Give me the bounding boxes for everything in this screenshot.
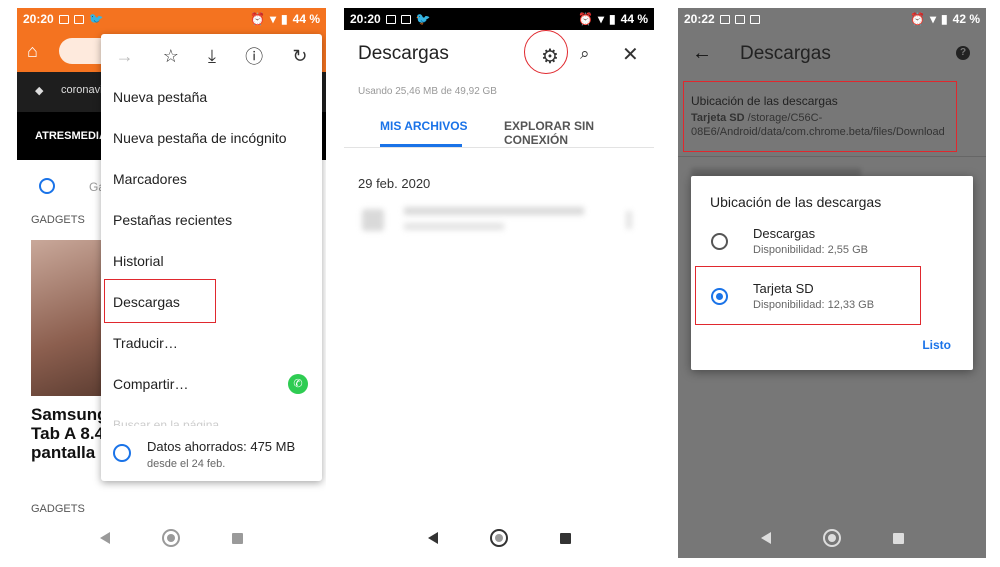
section-icon <box>39 178 55 194</box>
home-button-icon[interactable] <box>162 529 180 547</box>
radio-downloads[interactable] <box>711 233 728 250</box>
highlight-gear <box>524 30 568 74</box>
info-icon[interactable]: ⓘ <box>245 43 263 69</box>
status-time: 20:22 <box>684 12 715 26</box>
recents-icon[interactable] <box>559 532 571 544</box>
brand-logo: ATRESMEDIA <box>35 130 107 142</box>
page-title: Descargas <box>740 43 831 64</box>
status-battery: 44 % <box>292 12 320 26</box>
data-saver-icon <box>113 444 131 462</box>
option-downloads-label[interactable]: Descargas <box>753 226 815 241</box>
location-dialog: Ubicación de las descargas Descargas Dis… <box>691 176 973 370</box>
trending-text[interactable]: coronavi <box>61 84 103 96</box>
phone-download-settings: 20:22 ⏰ ▾ ▮ 42 % ← Descargas ? Ubicación de… <box>678 8 986 558</box>
star-icon[interactable]: ☆ <box>163 46 179 67</box>
dialog-title: Ubicación de las descargas <box>710 194 882 210</box>
alarm-icon: ⏰ <box>910 12 925 26</box>
mail-icon <box>73 14 84 24</box>
storage-usage: Usando 25,46 MB de 49,92 GB <box>358 86 497 97</box>
image-icon <box>719 14 730 24</box>
status-battery: 42 % <box>952 12 980 26</box>
refresh-icon[interactable]: ↻ <box>292 46 307 67</box>
wifi-icon: ▾ <box>930 12 937 26</box>
mail-icon <box>749 14 760 24</box>
article-headline[interactable]: Samsung Tab A 8.4 pantalla <box>31 405 108 462</box>
menu-item-find[interactable]: Buscar en la página <box>113 418 219 426</box>
download-item[interactable] <box>360 203 640 239</box>
nav-bar <box>678 518 986 558</box>
phone-chrome-menu: 20:20 🐦 ⏰ ▾ ▮ 44 % ⌂ ◆ coronavi ATRESMEDIA G… <box>17 8 326 558</box>
notification-icon <box>58 14 69 24</box>
section-tag: GADGETS <box>31 214 85 226</box>
status-bar: 20:22 ⏰ ▾ ▮ 42 % <box>678 8 986 30</box>
home-button-icon[interactable] <box>489 529 508 547</box>
menu-item-translate[interactable]: Traducir… <box>113 335 178 351</box>
battery-icon: ▮ <box>609 12 616 26</box>
nav-bar <box>344 518 654 558</box>
headline-line: Samsung <box>31 405 108 424</box>
menu-toolbar: → ☆ ⤓ ⓘ ↻ <box>101 34 322 78</box>
done-button[interactable]: Listo <box>922 338 951 352</box>
battery-icon: ▮ <box>941 12 948 26</box>
divider <box>678 156 986 157</box>
mail-icon <box>400 14 411 24</box>
tab-my-files[interactable]: MIS ARCHIVOS <box>380 119 468 133</box>
tab-offline[interactable]: EXPLORAR SIN CONEXIÓN <box>504 119 654 147</box>
menu-item-new-tab[interactable]: Nueva pestaña <box>113 89 207 105</box>
option-downloads-sub: Disponibilidad: 2,55 GB <box>753 244 868 256</box>
home-icon[interactable]: ⌂ <box>27 42 45 60</box>
wifi-icon: ▾ <box>598 12 605 26</box>
tag-icon: ◆ <box>35 85 44 97</box>
forward-icon[interactable]: → <box>116 46 134 67</box>
recents-icon[interactable] <box>232 532 243 544</box>
highlight-location <box>683 81 957 152</box>
status-time: 20:20 <box>350 12 381 26</box>
home-button-icon[interactable] <box>822 529 841 547</box>
nav-bar <box>17 518 326 558</box>
back-icon[interactable] <box>760 532 771 544</box>
headline-line: pantalla <box>31 443 96 462</box>
footer-tag: GADGETS <box>31 503 85 515</box>
highlight-downloads <box>104 279 216 323</box>
mail-icon <box>734 14 745 24</box>
back-arrow-icon[interactable]: ← <box>692 42 712 65</box>
data-saved-text[interactable]: Datos ahorrados: 475 MB <box>147 439 295 454</box>
search-icon[interactable]: ⌕ <box>580 44 590 64</box>
help-icon[interactable]: ? <box>956 46 970 60</box>
twitter-icon: 🐦 <box>88 12 104 26</box>
divider <box>344 147 654 148</box>
menu-item-history[interactable]: Historial <box>113 253 164 269</box>
wifi-icon: ▾ <box>270 12 277 26</box>
status-time: 20:20 <box>23 12 54 26</box>
alarm-icon: ⏰ <box>578 12 593 26</box>
status-bar: 20:20 🐦 ⏰ ▾ ▮ 44 % <box>344 8 654 30</box>
phone-downloads: 20:20 🐦 ⏰ ▾ ▮ 44 % Descargas ⚙ ⌕ ✕ Usando 25… <box>344 8 654 558</box>
whatsapp-icon[interactable]: ✆ <box>288 374 308 394</box>
overflow-menu: → ☆ ⤓ ⓘ ↻ Nueva pestaña Nueva pestaña de… <box>101 34 322 481</box>
headline-line: Tab A 8.4 <box>31 424 105 443</box>
menu-item-incognito[interactable]: Nueva pestaña de incógnito <box>113 130 287 146</box>
status-bar: 20:20 🐦 ⏰ ▾ ▮ 44 % <box>17 8 326 30</box>
status-battery: 44 % <box>620 12 648 26</box>
twitter-icon: 🐦 <box>415 12 431 26</box>
menu-item-recent-tabs[interactable]: Pestañas recientes <box>113 212 232 228</box>
notification-icon <box>385 14 396 24</box>
page-title: Descargas <box>358 43 449 64</box>
back-icon[interactable] <box>100 532 110 544</box>
date-header: 29 feb. 2020 <box>358 176 431 191</box>
back-icon[interactable] <box>427 532 438 544</box>
download-icon[interactable]: ⤓ <box>208 46 216 67</box>
recents-icon[interactable] <box>892 532 904 544</box>
alarm-icon: ⏰ <box>250 12 265 26</box>
data-saved-since: desde el 24 feb. <box>147 458 226 470</box>
menu-item-bookmarks[interactable]: Marcadores <box>113 171 187 187</box>
menu-item-share[interactable]: Compartir… <box>113 376 188 392</box>
battery-icon: ▮ <box>281 12 288 26</box>
highlight-sd-card <box>695 266 921 325</box>
close-icon[interactable]: ✕ <box>622 42 639 67</box>
